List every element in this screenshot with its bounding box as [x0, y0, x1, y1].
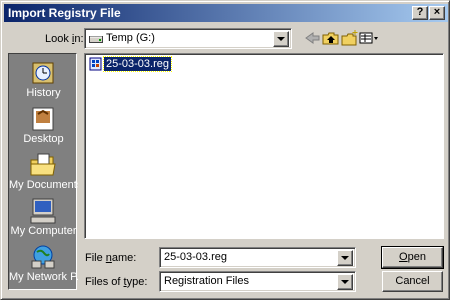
- look-in-dropdown[interactable]: Temp (G:): [84, 28, 292, 49]
- my-documents-icon: [30, 153, 56, 176]
- new-folder-icon[interactable]: [340, 29, 360, 47]
- look-in-dropdown-arrow[interactable]: [273, 31, 289, 47]
- close-button[interactable]: ×: [429, 6, 445, 20]
- desktop-icon: [32, 107, 54, 131]
- view-menu-icon[interactable]: [358, 29, 380, 47]
- place-label: Desktop: [23, 133, 64, 145]
- place-my-computer[interactable]: My Computer: [9, 194, 78, 240]
- place-my-documents[interactable]: My Documents: [9, 148, 78, 194]
- place-desktop[interactable]: Desktop: [9, 102, 78, 148]
- place-label: My Computer: [10, 225, 77, 237]
- place-my-network[interactable]: My Network P...: [9, 240, 78, 286]
- import-registry-dialog: Import Registry File ? × Look in: Temp (…: [0, 0, 450, 300]
- file-type-dropdown-arrow[interactable]: [337, 274, 353, 290]
- file-name-label: File name:: [85, 252, 137, 264]
- registry-file-icon: [89, 57, 102, 71]
- look-in-label: Look in:: [45, 33, 84, 45]
- history-icon: [32, 62, 54, 84]
- file-type-label: Files of type:: [85, 276, 148, 288]
- file-type-dropdown[interactable]: Registration Files: [159, 271, 356, 292]
- place-label: History: [26, 87, 61, 99]
- file-name-text: 25-03-03.reg: [103, 56, 172, 72]
- look-in-value: Temp (G:): [106, 32, 155, 44]
- file-name-value: 25-03-03.reg: [164, 251, 227, 263]
- open-button[interactable]: Open: [381, 246, 444, 269]
- title-bar[interactable]: Import Registry File ? ×: [4, 4, 448, 22]
- my-computer-icon: [30, 198, 56, 224]
- up-folder-icon[interactable]: [321, 29, 341, 47]
- file-type-value: Registration Files: [164, 275, 249, 287]
- place-label: My Documents: [9, 179, 78, 191]
- back-icon[interactable]: [303, 29, 323, 47]
- places-bar: History Desktop My Documents My Computer…: [8, 53, 78, 290]
- place-history[interactable]: History: [9, 56, 78, 102]
- file-name-dropdown-arrow[interactable]: [337, 250, 353, 266]
- place-label: My Network P...: [9, 271, 78, 283]
- window-title: Import Registry File: [8, 6, 121, 20]
- drive-icon: [89, 36, 103, 43]
- file-list[interactable]: 25-03-03.reg: [84, 53, 444, 239]
- file-name-input[interactable]: 25-03-03.reg: [159, 247, 356, 268]
- my-network-places-icon: [31, 245, 55, 269]
- cancel-button[interactable]: Cancel: [382, 271, 443, 292]
- help-button[interactable]: ?: [412, 6, 428, 20]
